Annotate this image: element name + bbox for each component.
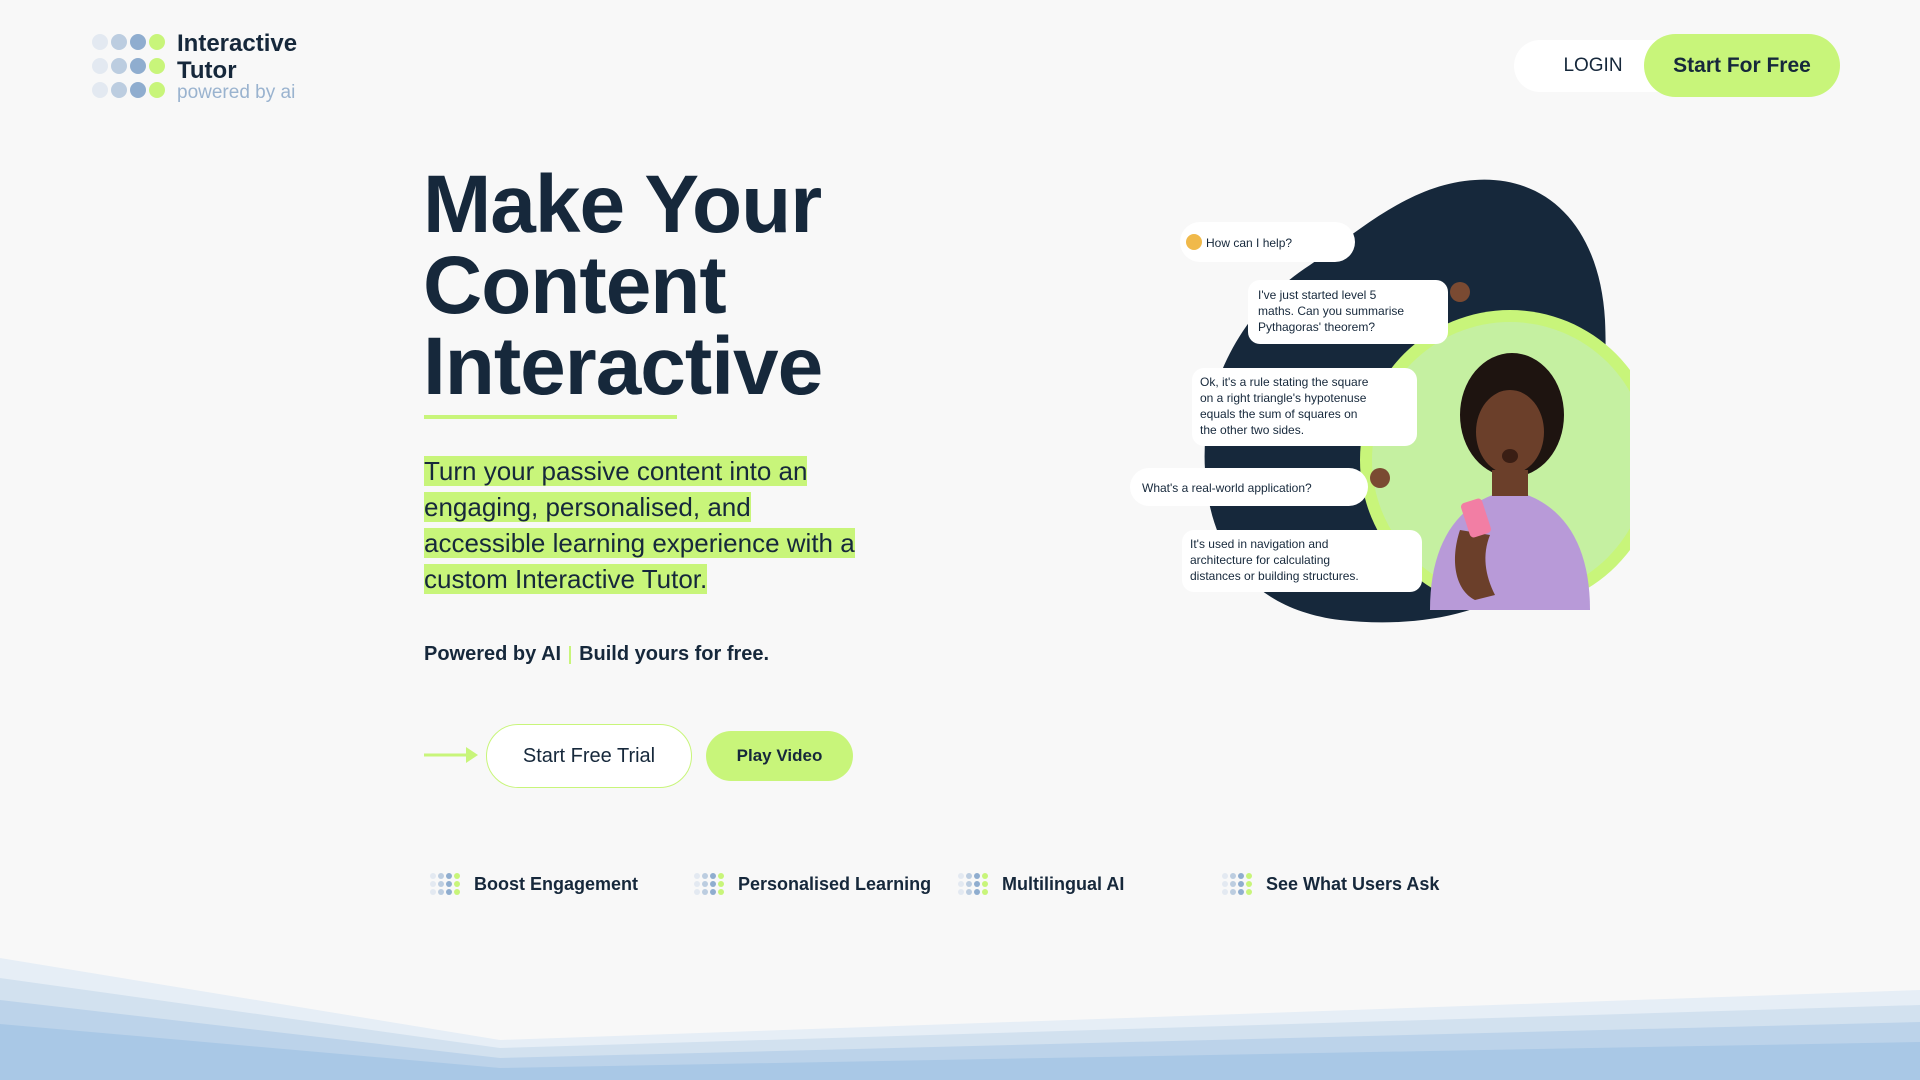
logo-name-line1: Interactive <box>177 30 298 57</box>
hero-title: Make Your Content Interactive <box>423 159 943 412</box>
arrow-right-icon <box>424 747 478 763</box>
start-free-trial-button[interactable]: Start Free Trial <box>486 724 692 788</box>
dots-icon <box>694 873 724 895</box>
logo-dots-icon <box>92 34 165 98</box>
chat-message: What's a real-world application? <box>1142 481 1312 495</box>
chat-bubble-1: How can I help? <box>1180 222 1355 262</box>
chat-message-line: on a right triangle's hypotenuse <box>1200 391 1367 405</box>
chat-message-line: maths. Can you summarise <box>1258 304 1404 318</box>
chat-bubble-4: What's a real-world application? <box>1130 468 1390 506</box>
decorative-waves <box>0 958 1920 1080</box>
chat-message-line: Ok, it's a rule stating the square <box>1200 375 1369 389</box>
start-for-free-button[interactable]: Start For Free <box>1644 34 1840 97</box>
feature-multilingual-ai[interactable]: Multilingual AI <box>958 868 1124 900</box>
feature-label: Personalised Learning <box>738 873 932 894</box>
chat-message: How can I help? <box>1206 236 1292 250</box>
separator <box>569 645 572 664</box>
hero-illustration: How can I help? I've just started level … <box>1130 179 1630 623</box>
chat-message-line: architecture for calculating <box>1190 553 1330 567</box>
feature-label: Boost Engagement <box>474 873 639 894</box>
hero-title-line2: Content <box>423 240 727 331</box>
chat-bubble-5: It's used in navigation and architecture… <box>1182 530 1422 592</box>
chat-bubble-3: Ok, it's a rule stating the square on a … <box>1192 368 1417 446</box>
logo-tagline: powered by ai <box>177 82 296 103</box>
play-video-button[interactable]: Play Video <box>706 731 853 781</box>
feature-label: Multilingual AI <box>1002 873 1125 894</box>
chat-message-line: the other two sides. <box>1200 423 1304 437</box>
logo[interactable]: Interactive Tutor powered by ai <box>92 30 297 102</box>
build-text: Build yours for free. <box>579 643 770 665</box>
chat-message-line: distances or building structures. <box>1190 569 1359 583</box>
feature-personalised-learning[interactable]: Personalised Learning <box>694 868 931 900</box>
title-underline <box>424 415 677 419</box>
dots-icon <box>1222 873 1252 895</box>
chat-message-line: equals the sum of squares on <box>1200 407 1357 421</box>
feature-boost-engagement[interactable]: Boost Engagement <box>430 868 638 900</box>
powered-by-text: Powered by AI <box>424 643 562 665</box>
dots-icon <box>958 873 988 895</box>
hero-title-line1: Make Your <box>423 159 822 250</box>
feature-label: See What Users Ask <box>1266 873 1440 894</box>
hero-description: Turn your passive content into an engagi… <box>424 453 864 597</box>
chat-message-line: It's used in navigation and <box>1190 537 1328 551</box>
chat-message-line: I've just started level 5 <box>1258 288 1377 302</box>
dots-icon <box>430 873 460 895</box>
chat-message-line: Pythagoras' theorem? <box>1258 320 1375 334</box>
hero-title-line3: Interactive <box>423 321 823 412</box>
powered-line: Powered by AI Build yours for free. <box>424 643 769 666</box>
logo-name-line2: Tutor <box>177 57 237 84</box>
chat-bubble-2: I've just started level 5 maths. Can you… <box>1248 280 1470 344</box>
feature-see-what-users-ask[interactable]: See What Users Ask <box>1222 868 1439 900</box>
hero-description-text: Turn your passive content into an engagi… <box>424 456 855 594</box>
